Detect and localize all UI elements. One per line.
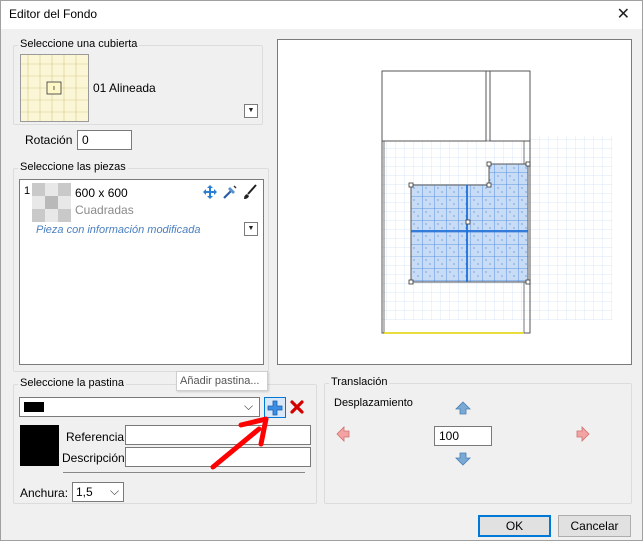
arrow-left-icon[interactable] bbox=[335, 426, 351, 442]
arrow-up-icon[interactable] bbox=[455, 400, 471, 416]
annotation-arrow bbox=[210, 416, 269, 470]
tools-icon[interactable] bbox=[222, 184, 238, 200]
close-icon[interactable]: ✕ bbox=[617, 4, 630, 24]
piece-thumbnail bbox=[32, 183, 71, 222]
width-value: 1,5 bbox=[76, 485, 93, 499]
offset-input[interactable] bbox=[434, 426, 492, 446]
piece-pattern: Cuadradas bbox=[75, 203, 134, 217]
grout-color-preview[interactable] bbox=[20, 425, 59, 466]
add-grout-tooltip: Añadir pastina... bbox=[176, 371, 268, 391]
rotation-label: Rotación bbox=[25, 133, 73, 147]
floor-plan-preview bbox=[381, 70, 612, 334]
fondo-editor-dialog: Editor del Fondo ✕ Seleccione una cubier… bbox=[0, 0, 643, 541]
rotation-input[interactable] bbox=[77, 130, 132, 150]
cover-dropdown-button[interactable]: ▼ bbox=[244, 104, 258, 118]
width-label: Anchura: bbox=[20, 486, 69, 500]
description-label: Descripción bbox=[62, 451, 125, 465]
ok-button[interactable]: OK bbox=[478, 515, 551, 537]
delete-grout-icon[interactable] bbox=[289, 399, 305, 415]
piece-note: Pieza con información modificada bbox=[36, 224, 201, 236]
piece-size: 600 x 600 bbox=[75, 186, 128, 200]
move-piece-icon[interactable] bbox=[202, 184, 218, 200]
arrow-right-icon[interactable] bbox=[575, 426, 591, 442]
translation-group-label: Translación bbox=[329, 376, 390, 388]
arrow-down-icon[interactable] bbox=[455, 451, 471, 467]
offset-label: Desplazamiento bbox=[334, 397, 413, 409]
width-select[interactable]: 1,5 ⌵ bbox=[72, 482, 124, 502]
brush-icon[interactable] bbox=[242, 184, 258, 200]
grout-chevron-down-icon[interactable]: ⌵ bbox=[244, 399, 253, 414]
preview-panel[interactable] bbox=[277, 39, 632, 365]
window-title: Editor del Fondo bbox=[9, 7, 98, 21]
cancel-button[interactable]: Cancelar bbox=[558, 515, 631, 537]
width-chevron-down-icon[interactable]: ⌵ bbox=[110, 484, 119, 499]
piece-index: 1 bbox=[24, 185, 31, 197]
title-bar: Editor del Fondo ✕ bbox=[1, 1, 642, 29]
tooltip-text: Añadir pastina... bbox=[180, 375, 260, 387]
grout-group-label: Seleccione la pastina bbox=[18, 377, 126, 389]
grout-color-swatch bbox=[24, 402, 44, 412]
cover-name: 01 Alineada bbox=[93, 81, 156, 95]
piece-dropdown-button[interactable]: ▼ bbox=[244, 222, 258, 236]
reference-label: Referencia bbox=[66, 430, 125, 444]
cover-group-label: Seleccione una cubierta bbox=[18, 38, 140, 50]
pieces-group-label: Seleccione las piezas bbox=[18, 161, 128, 173]
cover-thumbnail[interactable] bbox=[20, 54, 89, 122]
